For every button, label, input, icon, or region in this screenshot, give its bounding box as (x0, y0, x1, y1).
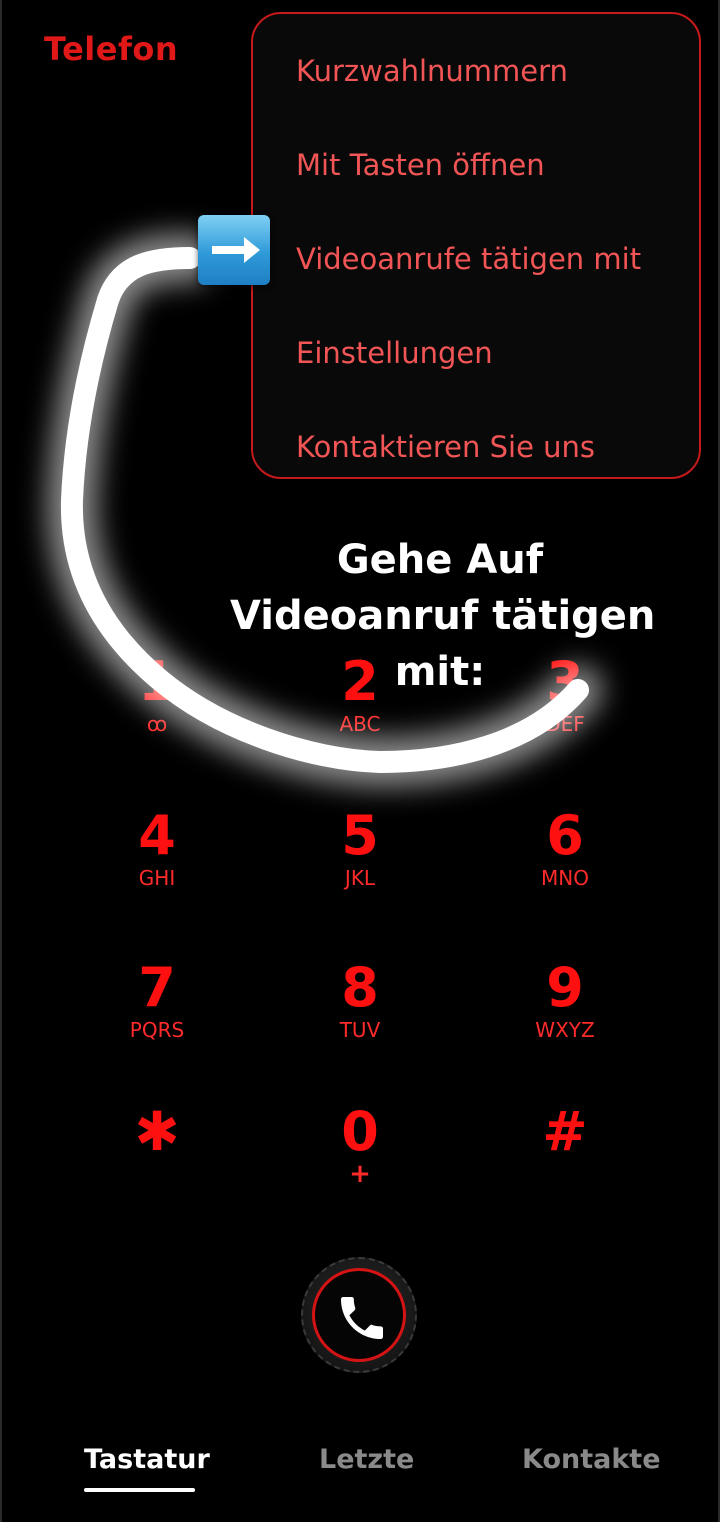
key-digit: # (542, 1100, 588, 1163)
key-digit: 8 (341, 956, 379, 1019)
key-digit: 4 (138, 804, 176, 867)
key-digit: 6 (546, 804, 584, 867)
key-letters: + (349, 1159, 371, 1189)
key-letters: WXYZ (535, 1018, 595, 1042)
instruction-line-1: Gehe Auf (336, 537, 544, 583)
right-arrow-icon (198, 215, 270, 285)
key-8[interactable]: 8 TUV (260, 958, 460, 1078)
instruction-line-3: mit: (394, 649, 486, 695)
phone-icon (341, 1297, 383, 1339)
menu-item-speed-dial[interactable]: Kurzwahlnummern (296, 54, 568, 88)
menu-item-contact-us[interactable]: Kontaktieren Sie uns (296, 430, 595, 464)
key-1[interactable]: 1 ꝏ (57, 652, 257, 772)
voicemail-icon: ꝏ (146, 712, 168, 736)
key-digit: 5 (341, 804, 379, 867)
key-digit: 1 (138, 650, 176, 713)
menu-item-settings[interactable]: Einstellungen (296, 336, 493, 370)
key-7[interactable]: 7 PQRS (57, 958, 257, 1078)
key-letters: MNO (541, 866, 589, 890)
instruction-text: Gehe Auf Videoanruf tätigen mit: (230, 532, 656, 700)
key-digit: 9 (546, 956, 584, 1019)
key-letters: DEF (545, 712, 585, 736)
key-5[interactable]: 5 JKL (260, 806, 460, 926)
tab-contacts[interactable]: Kontakte (522, 1444, 661, 1475)
key-4[interactable]: 4 GHI (57, 806, 257, 926)
key-hash[interactable]: # (465, 1102, 665, 1222)
menu-item-video-calls-with[interactable]: Videoanrufe tätigen mit (296, 242, 641, 276)
key-digit: ✱ (134, 1100, 180, 1163)
overflow-menu: Kurzwahlnummern Mit Tasten öffnen Videoa… (251, 12, 701, 479)
call-button[interactable] (301, 1257, 417, 1373)
key-letters: ABC (339, 712, 381, 736)
menu-item-open-with-keys[interactable]: Mit Tasten öffnen (296, 148, 545, 182)
tab-recents[interactable]: Letzte (319, 1444, 414, 1475)
tab-keypad[interactable]: Tastatur (84, 1444, 210, 1475)
key-letters: PQRS (129, 1018, 185, 1042)
key-digit: 0 (341, 1100, 379, 1163)
key-letters: TUV (339, 1018, 381, 1042)
app-title: Telefon (44, 30, 179, 68)
tab-active-indicator (84, 1488, 195, 1492)
key-star[interactable]: ✱ (57, 1102, 257, 1222)
call-button-ring (312, 1268, 406, 1362)
key-9[interactable]: 9 WXYZ (465, 958, 665, 1078)
key-6[interactable]: 6 MNO (465, 806, 665, 926)
instruction-line-2: Videoanruf tätigen (230, 593, 656, 639)
key-0[interactable]: 0 + (260, 1102, 460, 1222)
key-letters: JKL (344, 866, 376, 890)
key-digit: 7 (138, 956, 176, 1019)
key-letters: GHI (138, 866, 176, 890)
